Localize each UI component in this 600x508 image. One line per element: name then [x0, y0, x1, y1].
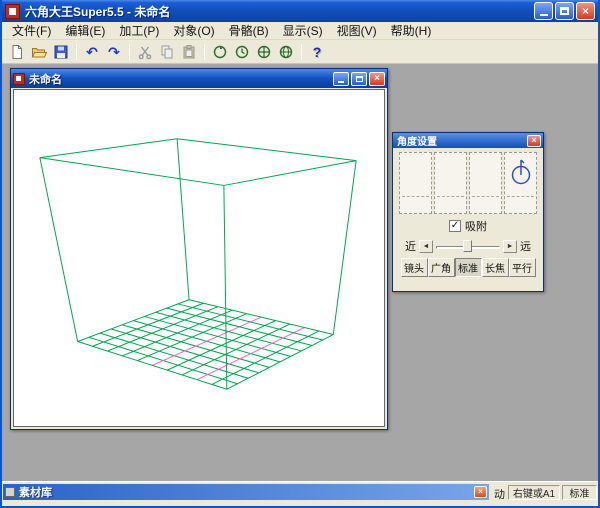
- status-left-text: 动: [494, 486, 505, 502]
- document-window: 未命名 ×: [10, 68, 388, 430]
- slider-left-arrow-icon[interactable]: ◄: [419, 240, 433, 253]
- angle-presets: [397, 152, 539, 214]
- document-icon: [13, 73, 25, 85]
- bottom-bar: 素材库 × 动 右键或A1 标准: [2, 481, 598, 506]
- open-icon[interactable]: [28, 42, 50, 62]
- cut-icon[interactable]: [134, 42, 156, 62]
- snap-label: 吸附: [465, 218, 487, 234]
- menubar: 文件(F) 编辑(E) 加工(P) 对象(O) 骨骼(B) 显示(S) 视图(V…: [2, 22, 598, 40]
- menu-view[interactable]: 视图(V): [330, 21, 384, 40]
- lens-button[interactable]: 平行: [509, 258, 536, 277]
- far-label: 远: [520, 238, 531, 254]
- menu-object[interactable]: 对象(O): [166, 21, 221, 40]
- lens-button[interactable]: 广角: [428, 258, 455, 277]
- status-cell-standard: 标准: [562, 485, 597, 500]
- lens-button[interactable]: 长焦: [482, 258, 509, 277]
- angle-palette-titlebar[interactable]: 角度设置 ×: [393, 133, 543, 148]
- angle-preset-cell[interactable]: [434, 152, 467, 214]
- angle-palette-title: 角度设置: [397, 133, 527, 148]
- doc-close-button[interactable]: ×: [369, 72, 385, 86]
- save-icon[interactable]: [50, 42, 72, 62]
- angle-preset-cell[interactable]: [469, 152, 502, 214]
- close-button[interactable]: ×: [576, 2, 595, 20]
- app-icon: [5, 4, 20, 19]
- toolbar-separator: [129, 44, 130, 60]
- menu-file[interactable]: 文件(F): [5, 21, 58, 40]
- document-title: 未命名: [29, 71, 333, 87]
- material-panel-icon: [5, 487, 15, 497]
- lens-button-row: 镜头 广角 标准 长焦 平行: [397, 258, 539, 277]
- menu-help[interactable]: 帮助(H): [384, 21, 439, 40]
- orbit-icon[interactable]: [253, 42, 275, 62]
- undo-icon[interactable]: ↶: [81, 42, 103, 62]
- maximize-button[interactable]: [555, 2, 574, 20]
- menu-bone[interactable]: 骨骼(B): [222, 21, 276, 40]
- workspace: 未命名 × 角度设置 ×: [2, 64, 598, 481]
- document-titlebar: 未命名 ×: [11, 69, 387, 88]
- titlebar: 六角大王Super5.5 - 未命名 ×: [2, 0, 598, 22]
- clock-icon[interactable]: [231, 42, 253, 62]
- angle-preset-cell[interactable]: [399, 152, 432, 214]
- doc-maximize-button[interactable]: [351, 72, 367, 86]
- menu-process[interactable]: 加工(P): [112, 21, 166, 40]
- toolbar-separator: [76, 44, 77, 60]
- snap-row: ✓ 吸附: [397, 218, 539, 234]
- material-panel-bar[interactable]: 素材库 ×: [3, 484, 489, 500]
- lens-button[interactable]: 标准: [455, 258, 482, 277]
- near-label: 近: [405, 238, 416, 254]
- new-icon[interactable]: [6, 42, 28, 62]
- slider-right-arrow-icon[interactable]: ►: [503, 240, 517, 253]
- menu-display[interactable]: 显示(S): [276, 21, 330, 40]
- wireframe-svg: [14, 90, 384, 426]
- toolbar: ↶ ↷ ?: [2, 40, 598, 64]
- distance-slider-row: 近 ◄ ► 远: [397, 238, 539, 254]
- snap-checkbox[interactable]: ✓: [449, 220, 461, 232]
- angle-palette: 角度设置 × ✓ 吸附: [392, 132, 544, 292]
- redo-icon[interactable]: ↷: [103, 42, 125, 62]
- menu-edit[interactable]: 编辑(E): [58, 21, 112, 40]
- copy-icon[interactable]: [156, 42, 178, 62]
- slider-thumb[interactable]: [463, 240, 472, 252]
- rotation-dial-icon: [509, 157, 533, 196]
- distance-slider[interactable]: [436, 240, 500, 253]
- paste-icon[interactable]: [178, 42, 200, 62]
- help-icon[interactable]: ?: [306, 42, 328, 62]
- globe-icon[interactable]: [275, 42, 297, 62]
- material-panel-close-icon[interactable]: ×: [474, 486, 487, 498]
- rotate-view-icon[interactable]: [209, 42, 231, 62]
- model-canvas[interactable]: [13, 89, 385, 427]
- window-title: 六角大王Super5.5 - 未命名: [25, 3, 534, 20]
- app-window: 六角大王Super5.5 - 未命名 × 文件(F) 编辑(E) 加工(P) 对…: [0, 0, 600, 508]
- minimize-button[interactable]: [534, 2, 553, 20]
- material-panel-title: 素材库: [19, 484, 474, 500]
- status-cell-mode: 右键或A1: [508, 485, 560, 500]
- toolbar-separator: [301, 44, 302, 60]
- angle-preset-cell[interactable]: [504, 152, 537, 214]
- angle-palette-close-icon[interactable]: ×: [527, 135, 541, 147]
- doc-minimize-button[interactable]: [333, 72, 349, 86]
- toolbar-separator: [204, 44, 205, 60]
- lens-button[interactable]: 镜头: [401, 258, 428, 277]
